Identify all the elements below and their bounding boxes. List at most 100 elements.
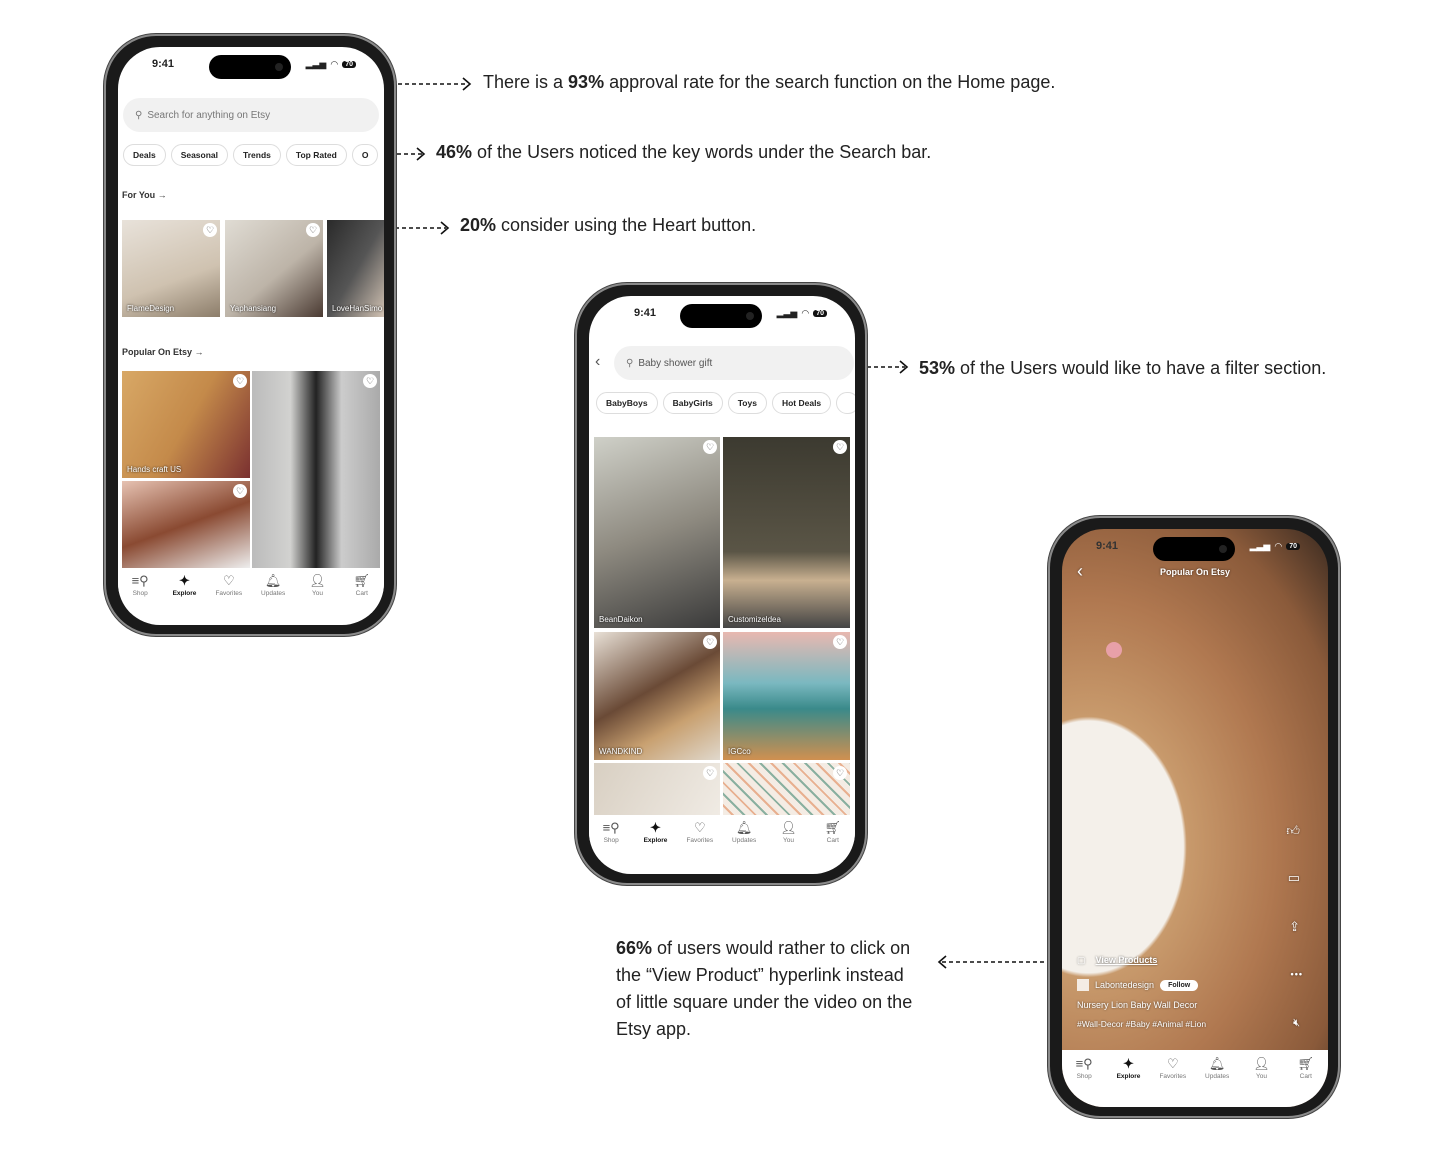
like-icon[interactable]: 👍︎ [1286,823,1300,839]
tab-explore[interactable]: ✦ Explore [635,820,675,860]
heart-icon[interactable]: ♡ [833,766,847,780]
shop-name[interactable]: Labontedesign [1095,980,1154,990]
chip-trends[interactable]: Trends [233,144,281,166]
product-card[interactable]: ♡ Hands craft US [122,371,250,478]
search-icon: ⚲ [135,109,143,121]
annotation-keywords: 46% of the Users noticed the key words u… [436,142,932,162]
chip-toys[interactable]: Toys [727,392,767,414]
tab-cart[interactable]: 🛒︎ Cart [1286,1056,1326,1107]
for-you-link[interactable]: For You → [122,190,167,200]
shop-search-icon: ≡⚲ [1075,1056,1093,1071]
chip-more[interactable]: O [351,144,379,166]
user-icon: 👤︎ [780,820,797,835]
tab-you[interactable]: 👤︎ You [1241,1056,1281,1107]
phone-video: 9:41 ▂▃▅ ◠ 70 ‹ Popular On Etsy 👍︎ ▭ ⇪ ▢ Vi… [1048,516,1340,1118]
tab-shop[interactable]: ≡⚲ Shop [120,573,160,613]
chip-babyboys[interactable]: BabyBoys [596,392,658,414]
cart-icon: 🛒︎ [824,820,842,835]
tab-updates[interactable]: 🔔︎ Updates [724,820,764,860]
heart-icon[interactable]: ♡ [703,635,717,649]
cart-icon: 🛒︎ [353,573,371,588]
heart-icon[interactable]: ♡ [703,440,717,454]
tab-label: Updates [732,837,757,844]
product-card[interactable]: ♡ [252,371,380,568]
view-products-link[interactable]: ▢ View Products [1077,955,1157,966]
tab-favorites[interactable]: ♡ Favorites [209,573,249,613]
product-card[interactable]: ♡ Yaphansiang [225,220,323,317]
tab-label: Cart [355,590,368,597]
share-icon[interactable]: ⇪ [1289,919,1300,935]
tab-label: You [782,837,794,844]
product-card[interactable]: ♡ [594,763,720,815]
tab-cart[interactable]: 🛒︎ Cart [813,820,853,860]
tab-label: Explore [643,837,668,844]
heart-icon[interactable]: ♡ [306,223,320,237]
product-card[interactable]: ♡ Customizeldea [723,437,850,628]
sparkle-icon: ✦ [1123,1056,1134,1071]
mute-icon[interactable]: 🔇︎ [1293,1017,1300,1030]
tab-shop[interactable]: ≡⚲ Shop [591,820,631,860]
heart-icon[interactable]: ♡ [233,484,247,498]
tab-favorites[interactable]: ♡ Favorites [680,820,720,860]
heart-icon[interactable]: ♡ [233,374,247,388]
follow-button[interactable]: Follow [1160,979,1199,991]
dynamic-island [209,55,291,79]
more-options-icon[interactable]: ••• [1291,969,1303,979]
tab-label: Shop [1076,1073,1092,1080]
status-icons: ▂▃▅ ◠ 70 [777,308,827,319]
tab-updates[interactable]: 🔔︎ Updates [1197,1056,1237,1107]
tab-label: Cart [826,837,839,844]
hashtags[interactable]: #Wall-Decor #Baby #Animal #Lion [1077,1019,1206,1029]
product-card[interactable]: ♡ IGCco [723,632,850,760]
annotation-filter: 53% of the Users would like to have a fi… [919,358,1327,378]
heart-icon: ♡ [222,573,235,588]
tab-favorites[interactable]: ♡ Favorites [1153,1056,1193,1107]
tab-explore[interactable]: ✦ Explore [1108,1056,1148,1107]
product-card[interactable]: ♡ [122,481,250,568]
popular-link[interactable]: Popular On Etsy → [122,347,204,357]
product-card[interactable]: ♡ [723,763,850,815]
heart-icon[interactable]: ♡ [833,635,847,649]
keyword-chips: Deals Seasonal Trends Top Rated O [123,144,379,166]
product-card[interactable]: ♡ FlameDesign [122,220,220,317]
tab-label: Explore [1116,1073,1141,1080]
product-card[interactable]: LoveHanSimo [327,220,384,317]
status-time: 9:41 [152,58,175,70]
search-input[interactable]: ⚲ Search for anything on Etsy [123,98,379,132]
chip-top-rated[interactable]: Top Rated [285,144,347,166]
shop-row: Labontedesign Follow [1077,979,1199,991]
annotation-heart: 20% consider using the Heart button. [460,215,757,235]
back-chevron-icon[interactable]: ‹ [595,353,600,371]
chip-more[interactable] [836,392,855,414]
tab-shop[interactable]: ≡⚲ Shop [1064,1056,1104,1107]
chip-babygirls[interactable]: BabyGirls [662,392,723,414]
tab-you[interactable]: 👤︎ You [768,820,808,860]
user-icon: 👤︎ [1253,1056,1270,1071]
heart-icon[interactable]: ♡ [833,440,847,454]
product-card[interactable]: ♡ WANDKIND [594,632,720,760]
product-card[interactable]: ♡ BeanDaikon [594,437,720,628]
status-time: 9:41 [1096,540,1119,552]
comment-icon[interactable]: ▭ [1288,870,1300,886]
tab-explore[interactable]: ✦ Explore [164,573,204,613]
video-title: Popular On Etsy [1159,567,1230,577]
shop-avatar[interactable] [1077,979,1089,991]
tab-updates[interactable]: 🔔︎ Updates [253,573,293,613]
bell-icon: 🔔︎ [735,820,753,835]
heart-icon[interactable]: ♡ [203,223,217,237]
chip-seasonal[interactable]: Seasonal [170,144,229,166]
cart-icon: 🛒︎ [1297,1056,1315,1071]
shopping-bag-icon: ▢ [1077,955,1086,965]
chip-deals[interactable]: Deals [123,144,166,166]
tab-label: Favorites [215,590,243,597]
shop-search-icon: ≡⚲ [602,820,620,835]
tab-you[interactable]: 👤︎ You [297,573,337,613]
tab-label: You [311,590,323,597]
search-input[interactable]: ⚲ Baby shower gift [614,346,854,380]
chip-hot-deals[interactable]: Hot Deals [771,392,832,414]
phone-search-results: 9:41 ▂▃▅ ◠ 70 ‹ ⚲ Baby shower gift BabyBoys… [575,283,867,885]
heart-icon: ♡ [693,820,706,835]
heart-icon[interactable]: ♡ [703,766,717,780]
tab-cart[interactable]: 🛒︎ Cart [342,573,382,613]
heart-icon[interactable]: ♡ [363,374,377,388]
